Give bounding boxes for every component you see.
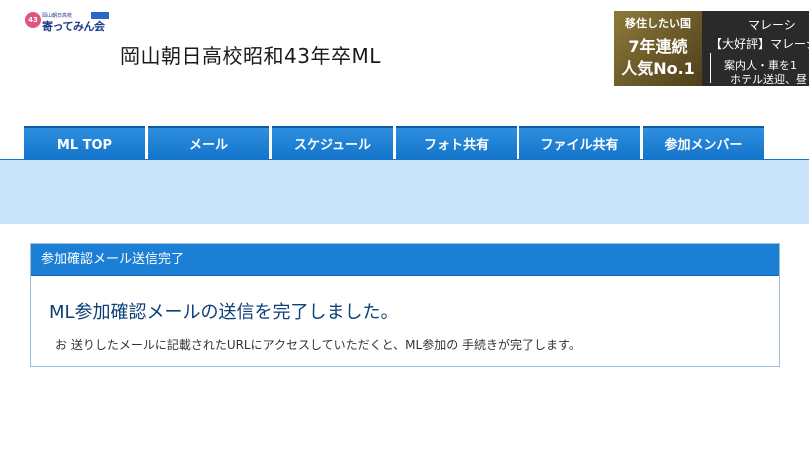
tab-schedule[interactable]: スケジュール bbox=[272, 126, 393, 160]
site-logo[interactable]: 43 岡山朝日高校 寄ってみん会 bbox=[25, 12, 109, 33]
page-title: 岡山朝日高校昭和43年卒ML bbox=[120, 44, 381, 68]
ad-left-panel: 移住したい国 7年連続 人気No.1 bbox=[614, 11, 702, 86]
tab-mail[interactable]: メール bbox=[148, 126, 269, 160]
banner-ad[interactable]: 移住したい国 7年連続 人気No.1 マレーシ 【大好評】マレーシ 案内人・車を… bbox=[614, 11, 809, 86]
nav-subband bbox=[0, 159, 809, 224]
ad-line3: 人気No.1 bbox=[621, 59, 695, 78]
confirmation-message: お 送りしたメールに記載されたURLにアクセスしていただくと、ML参加の 手続き… bbox=[55, 338, 581, 352]
tab-photo-share[interactable]: フォト共有 bbox=[396, 126, 517, 160]
confirmation-panel: 参加確認メール送信完了 ML参加確認メールの送信を完了しました。 お 送りしたメ… bbox=[30, 243, 780, 367]
logo-badge: 43 bbox=[25, 12, 41, 28]
tab-file-share[interactable]: ファイル共有 bbox=[519, 126, 640, 160]
ad-right4: ホテル送迎、昼 bbox=[730, 73, 807, 86]
logo-main-text: 寄ってみん会 bbox=[42, 20, 105, 33]
panel-header: 参加確認メール送信完了 bbox=[31, 244, 779, 276]
tab-ml-top[interactable]: ML TOP bbox=[24, 126, 145, 160]
ad-line2: 7年連続 bbox=[628, 37, 688, 56]
confirmation-title: ML参加確認メールの送信を完了しました。 bbox=[49, 302, 399, 323]
ad-divider bbox=[710, 53, 711, 83]
ad-right2: 【大好評】マレーシ bbox=[710, 37, 809, 51]
ad-right1: マレーシ bbox=[748, 18, 796, 32]
ad-line1: 移住したい国 bbox=[625, 17, 691, 30]
tab-members[interactable]: 参加メンバー bbox=[643, 126, 764, 160]
